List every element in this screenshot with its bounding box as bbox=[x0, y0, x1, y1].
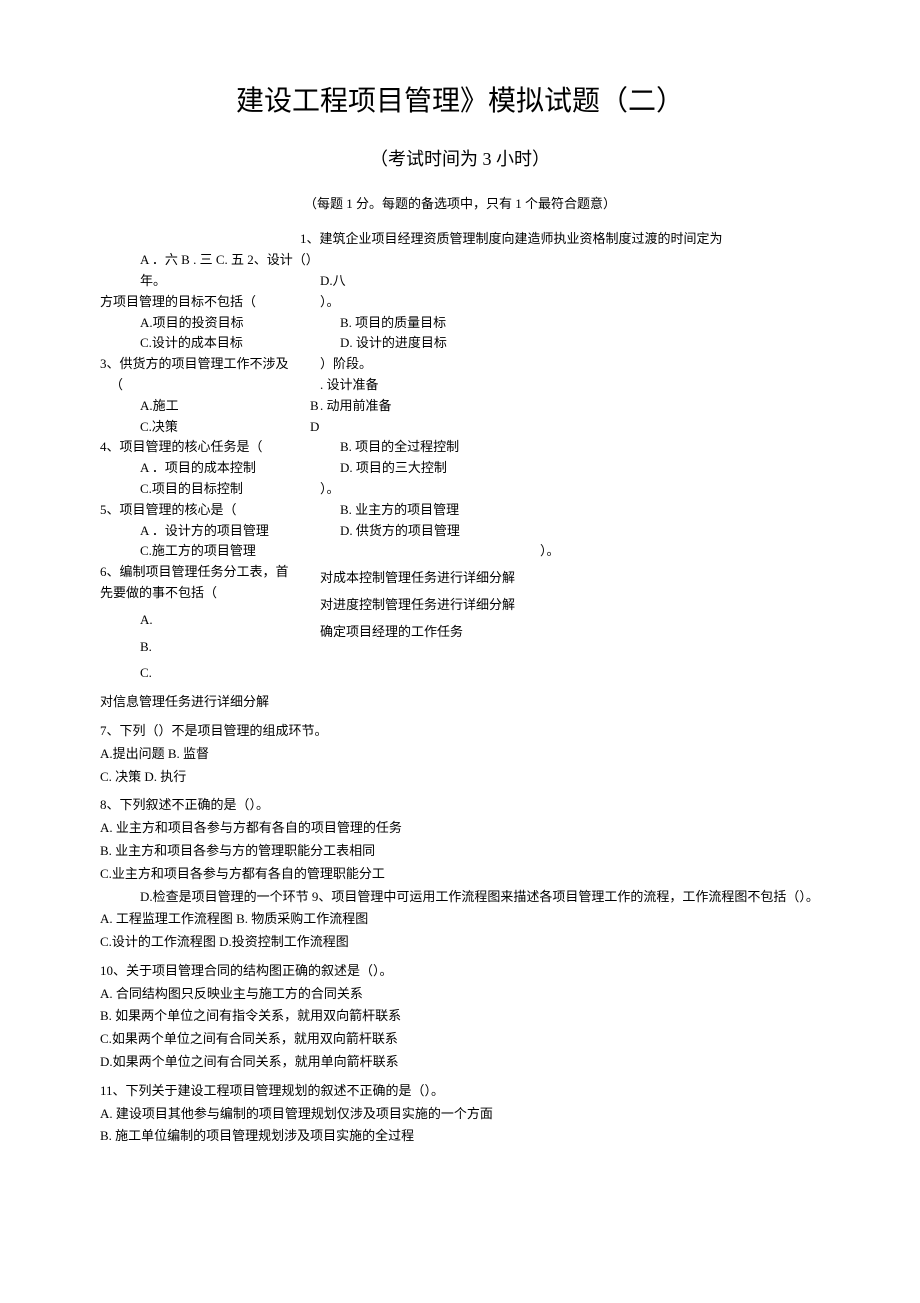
q6-stem2: 先要做的事不包括（ bbox=[100, 583, 320, 604]
q10-option-b: B. 如果两个单位之间有指令关系，就用双向箭杆联系 bbox=[100, 1006, 820, 1027]
q4-option-d: D. 项目的三大控制 bbox=[340, 458, 820, 479]
q3-stem: 3、供货方的项目管理工作不涉及 bbox=[100, 354, 320, 375]
q5-option-a: A ．设计方的项目管理 bbox=[140, 521, 320, 542]
q2-stem: 方项目管理的目标不包括（ bbox=[100, 292, 320, 313]
q2-option-a: A.项目的投资目标 bbox=[140, 313, 320, 334]
q8-option-a: A. 业主方和项目各参与方都有各自的项目管理的任务 bbox=[100, 818, 820, 839]
q6-stem: 6、编制项目管理任务分工表，首 bbox=[100, 562, 320, 583]
q8-option-b: B. 业主方和项目各参与方的管理职能分工表相同 bbox=[100, 841, 820, 862]
q6-b-text: 对进度控制管理任务进行详细分解 bbox=[320, 595, 820, 616]
q4-option-c: C.项目的目标控制 bbox=[140, 479, 320, 500]
q7-options-cd: C. 决策 D. 执行 bbox=[100, 767, 820, 788]
q7-options-ab: A.提出问题 B. 监督 bbox=[100, 744, 820, 765]
q6-b-label: B. bbox=[140, 637, 320, 658]
q5-option-b: B. 业主方的项目管理 bbox=[340, 500, 820, 521]
q6-paren: ）。 bbox=[540, 541, 820, 562]
q11-option-b: B. 施工单位编制的项目管理规划涉及项目实施的全过程 bbox=[100, 1126, 820, 1147]
q11-option-a: A. 建设项目其他参与编制的项目管理规划仅涉及项目实施的一个方面 bbox=[100, 1104, 820, 1125]
page-title: 建设工程项目管理》模拟试题（二） bbox=[100, 80, 820, 125]
q3-b-text: . 设计准备 bbox=[320, 375, 820, 396]
q10-option-a: A. 合同结构图只反映业主与施工方的合同关系 bbox=[100, 984, 820, 1005]
q5-paren: ）。 bbox=[320, 479, 820, 500]
q6-a-label: A. bbox=[140, 610, 320, 631]
q6-c-label: C. bbox=[140, 663, 320, 684]
q3-option-c: C.决策 bbox=[140, 417, 310, 438]
q1-option-d: D.八 bbox=[320, 271, 820, 292]
q6-c-text: 确定项目经理的工作任务 bbox=[320, 622, 820, 643]
q3-d-label: D bbox=[310, 417, 319, 438]
q8-option-c: C.业主方和项目各参与方都有各自的管理职能分工 bbox=[100, 864, 820, 885]
q8d-text: D.检查是项目管理的一个环节 9、项目管理中可运用工作流程图来描述各项目管理工作… bbox=[140, 889, 819, 904]
content-body: 1、建筑企业项目经理资质管理制度向建造师执业资格制度过渡的时间定为 A ．六 B… bbox=[100, 229, 820, 1147]
q8-option-d-q9-stem: D.检查是项目管理的一个环节 9、项目管理中可运用工作流程图来描述各项目管理工作… bbox=[140, 887, 820, 908]
q10-stem: 10、关于项目管理合同的结构图正确的叙述是（）。 bbox=[100, 961, 820, 982]
q5-option-d: D. 供货方的项目管理 bbox=[340, 521, 820, 542]
q3-paren-close: ）阶段。 bbox=[320, 354, 820, 375]
page-subtitle: （考试时间为 3 小时） bbox=[100, 145, 820, 174]
q4-stem: 4、项目管理的核心任务是（ bbox=[100, 437, 320, 458]
q9-options-cd: C.设计的工作流程图 D.投资控制工作流程图 bbox=[100, 932, 820, 953]
q3-b-label: B bbox=[310, 396, 319, 417]
q2-option-c: C.设计的成本目标 bbox=[140, 333, 320, 354]
q1-intro: 1、建筑企业项目经理资质管理制度向建造师执业资格制度过渡的时间定为 bbox=[300, 229, 820, 250]
q6-a-text: 对成本控制管理任务进行详细分解 bbox=[320, 568, 820, 589]
q3-paren-open: （ bbox=[110, 375, 320, 396]
instruction: （每题 1 分。每题的备选项中，只有 1 个最符合题意） bbox=[100, 194, 820, 215]
q2-paren: ）。 bbox=[320, 292, 820, 313]
q6-extra: 对信息管理任务进行详细分解 bbox=[100, 692, 820, 713]
q3-option-a: A.施工 bbox=[140, 396, 310, 417]
q1-options-left: A ．六 B . 三 C. 五 2、设计（）年。 bbox=[140, 250, 320, 292]
q2-option-b: B. 项目的质量目标 bbox=[340, 313, 820, 334]
q9-options-ab: A. 工程监理工作流程图 B. 物质采购工作流程图 bbox=[100, 909, 820, 930]
q10-option-c: C.如果两个单位之间有合同关系，就用双向箭杆联系 bbox=[100, 1029, 820, 1050]
q7-stem: 7、下列（）不是项目管理的组成环节。 bbox=[100, 721, 820, 742]
q3-d-text: . 动用前准备 bbox=[320, 396, 820, 417]
q5-stem: 5、项目管理的核心是（ bbox=[100, 500, 320, 521]
q4-option-b: B. 项目的全过程控制 bbox=[340, 437, 820, 458]
q8-stem: 8、下列叙述不正确的是（）。 bbox=[100, 795, 820, 816]
q10-option-d: D.如果两个单位之间有合同关系，就用单向箭杆联系 bbox=[100, 1052, 820, 1073]
q11-stem: 11、下列关于建设工程项目管理规划的叙述不正确的是（）。 bbox=[100, 1081, 820, 1102]
q2-option-d: D. 设计的进度目标 bbox=[340, 333, 820, 354]
q4-option-a: A ．项目的成本控制 bbox=[140, 458, 320, 479]
q5-option-c: C.施工方的项目管理 bbox=[140, 541, 320, 562]
